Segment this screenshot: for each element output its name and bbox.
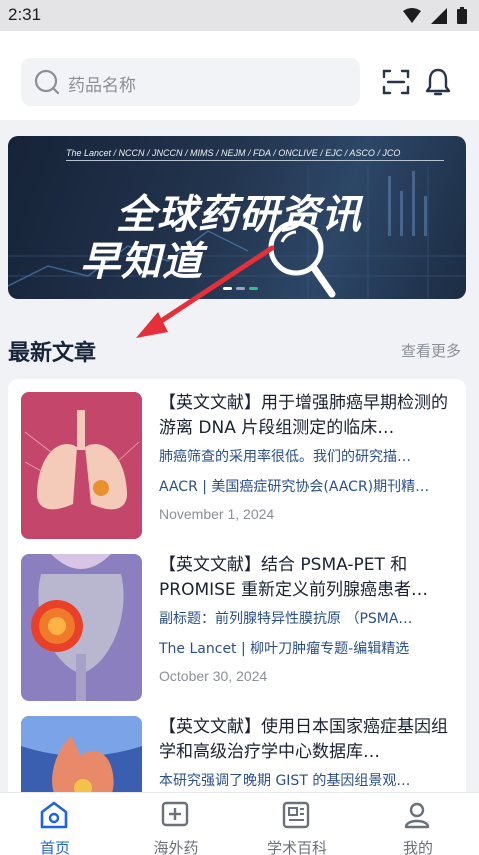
bottom-tab-bar: 首页 海外药 学术百科 我的 bbox=[0, 792, 479, 855]
article-item[interactable]: 【英文文献】结合 PSMA-PET 和 PROMISE 重新定义前列腺癌患者… … bbox=[8, 541, 466, 701]
article-title: 【英文文献】结合 PSMA-PET 和 PROMISE 重新定义前列腺癌患者… bbox=[159, 555, 429, 600]
article-source: The Lancet | 柳叶刀肿瘤专题-编辑精选 bbox=[159, 641, 410, 657]
promo-banner[interactable]: The Lancet / NCCN / JNCCN / MIMS / NEJM … bbox=[8, 136, 466, 299]
article-title: 【英文文献】用于增强肺癌早期检测的游离 DNA 片段组测定的临床… bbox=[159, 393, 448, 438]
user-icon bbox=[404, 802, 430, 829]
pager-dot bbox=[236, 287, 245, 290]
wifi-icon bbox=[403, 7, 421, 23]
article-summary: 肺癌筛查的采用率很低。我们的研究描… bbox=[159, 449, 411, 465]
article-title: 【英文文献】使用日本国家癌症基因组学和高级治疗学中心数据库… bbox=[159, 717, 448, 762]
pager-dot bbox=[223, 287, 232, 290]
article-summary: 本研究强调了晚期 GIST 的基因组景观… bbox=[159, 773, 411, 789]
status-time: 2:31 bbox=[8, 5, 42, 24]
tab-label: 首页 bbox=[39, 839, 70, 855]
banner-divider bbox=[66, 160, 444, 161]
article-item[interactable]: 【英文文献】用于增强肺癌早期检测的游离 DNA 片段组测定的临床… 肺癌筛查的采… bbox=[8, 379, 466, 539]
home-icon bbox=[40, 801, 68, 829]
banner-pager bbox=[223, 287, 258, 290]
tab-academic-wiki[interactable]: 学术百科 bbox=[237, 793, 357, 855]
status-icons bbox=[403, 7, 467, 24]
scan-icon[interactable] bbox=[382, 69, 410, 95]
banner-sources: The Lancet / NCCN / JNCCN / MIMS / NEJM … bbox=[66, 148, 401, 158]
search-placeholder: 药品名称 bbox=[68, 76, 136, 96]
plus-square-icon bbox=[161, 801, 189, 827]
article-thumbnail-stomach bbox=[21, 716, 142, 799]
signal-icon bbox=[431, 7, 447, 24]
view-more-link[interactable]: 查看更多 bbox=[401, 340, 461, 361]
magnifier-icon bbox=[268, 220, 336, 298]
banner-subheadline: 早知道 bbox=[80, 239, 203, 285]
article-thumbnail-prostate bbox=[21, 554, 142, 701]
tab-label: 我的 bbox=[402, 839, 433, 855]
status-bar: 2:31 bbox=[0, 0, 479, 31]
article-list: 【英文文献】用于增强肺癌早期检测的游离 DNA 片段组测定的临床… 肺癌筛查的采… bbox=[8, 379, 466, 799]
section-title: 最新文章 bbox=[8, 341, 97, 366]
tab-label: 海外药 bbox=[153, 839, 199, 855]
article-item[interactable]: 【英文文献】使用日本国家癌症基因组学和高级治疗学中心数据库… 本研究强调了晚期 … bbox=[8, 703, 466, 799]
tab-label: 学术百科 bbox=[266, 839, 327, 855]
search-icon bbox=[34, 69, 60, 95]
tab-home[interactable]: 首页 bbox=[0, 793, 115, 855]
top-header: 药品名称 bbox=[0, 31, 479, 120]
tab-overseas-drugs[interactable]: 海外药 bbox=[116, 793, 236, 855]
article-source: AACR | 美国癌症研究协会(AACR)期刊精… bbox=[159, 479, 430, 495]
search-input[interactable]: 药品名称 bbox=[21, 58, 360, 106]
pager-dot bbox=[249, 287, 258, 290]
article-summary: 副标题：前列腺特异性膜抗原 （PSMA… bbox=[159, 611, 413, 627]
tab-my-profile[interactable]: 我的 bbox=[358, 793, 478, 855]
newspaper-icon bbox=[282, 801, 310, 829]
battery-icon bbox=[457, 7, 467, 24]
bell-icon[interactable] bbox=[425, 67, 451, 97]
article-date: October 30, 2024 bbox=[159, 668, 268, 684]
article-date: November 1, 2024 bbox=[159, 506, 275, 522]
article-thumbnail-lungs bbox=[21, 392, 142, 539]
